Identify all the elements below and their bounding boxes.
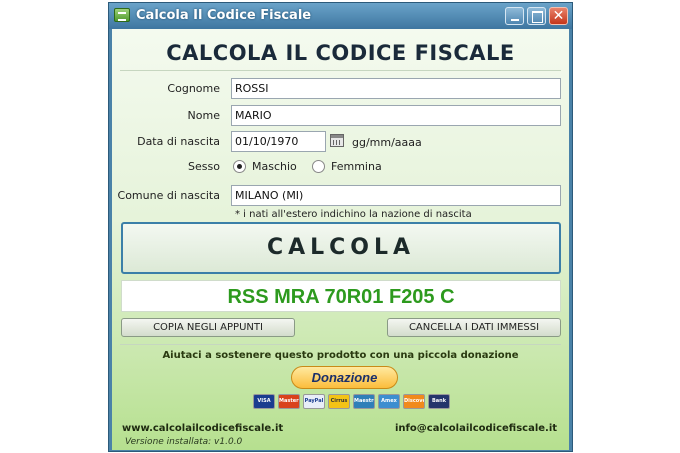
maestro-icon: Maestro — [353, 394, 375, 409]
version-label: Versione installata: v1.0.0 — [125, 437, 243, 447]
nome-input[interactable]: MARIO — [231, 105, 561, 126]
codice-fiscale-result: RSS MRA 70R01 F205 C — [121, 280, 561, 312]
email-link[interactable]: info@calcolailcodicefiscale.it — [395, 423, 557, 434]
mastercard-icon: MasterCard — [278, 394, 300, 409]
sesso-label: Sesso — [188, 160, 220, 173]
client-area: CALCOLA IL CODICE FISCALE Cognome ROSSI … — [112, 29, 569, 450]
donate-button[interactable]: Donazione — [291, 366, 398, 389]
radio-maschio-label: Maschio — [252, 160, 297, 173]
cognome-label: Cognome — [167, 82, 220, 95]
donation-text: Aiutaci a sostenere questo prodotto con … — [162, 350, 519, 361]
window-title: Calcola Il Codice Fiscale — [136, 8, 312, 23]
website-link[interactable]: www.calcolailcodicefiscale.it — [122, 423, 283, 434]
minimize-button[interactable] — [505, 7, 524, 25]
bank-transfer-icon: Bank — [428, 394, 450, 409]
divider — [120, 344, 561, 345]
visa-card-icon: VISA — [253, 394, 275, 409]
radio-femmina-label: Femmina — [331, 160, 382, 173]
app-window: Calcola Il Codice Fiscale ✕ CALCOLA IL C… — [108, 2, 573, 452]
paypal-icon: PayPal — [303, 394, 325, 409]
copy-to-clipboard-button[interactable]: COPIA NEGLI APPUNTI — [121, 318, 295, 337]
cognome-input[interactable]: ROSSI — [231, 78, 561, 99]
radio-femmina[interactable] — [312, 160, 325, 173]
maximize-button[interactable] — [527, 7, 546, 25]
foreign-birth-note: * i nati all'estero indichino la nazione… — [235, 209, 472, 220]
app-icon — [114, 8, 130, 22]
divider — [120, 70, 561, 71]
cirrus-icon: Cirrus — [328, 394, 350, 409]
amex-icon: Amex — [378, 394, 400, 409]
radio-maschio[interactable] — [233, 160, 246, 173]
data-nascita-label: Data di nascita — [137, 135, 220, 148]
clear-data-button[interactable]: CANCELLA I DATI IMMESSI — [387, 318, 561, 337]
calcola-button[interactable]: CALCOLA — [121, 222, 561, 274]
calendar-icon[interactable] — [330, 134, 344, 147]
close-button[interactable]: ✕ — [549, 7, 568, 25]
discover-icon: Discover — [403, 394, 425, 409]
comune-label: Comune di nascita — [117, 189, 220, 202]
data-nascita-input[interactable]: 01/10/1970 — [231, 131, 326, 152]
nome-label: Nome — [187, 109, 220, 122]
page-title: CALCOLA IL CODICE FISCALE — [166, 41, 515, 65]
close-icon: ✕ — [552, 8, 565, 24]
title-bar[interactable]: Calcola Il Codice Fiscale ✕ — [109, 3, 572, 29]
comune-input[interactable]: MILANO (MI) — [231, 185, 561, 206]
date-format-hint: gg/mm/aaaa — [352, 136, 422, 149]
